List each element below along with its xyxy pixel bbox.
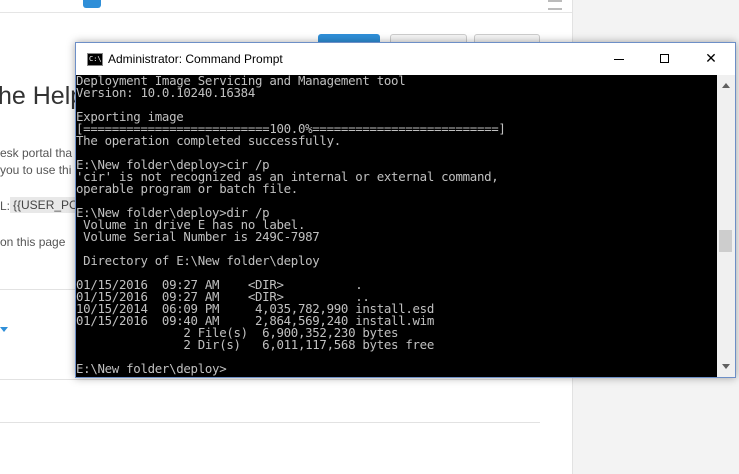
add-icon[interactable] xyxy=(83,0,101,8)
window-title-bar[interactable]: C:\ Administrator: Command Prompt ✕ xyxy=(76,43,735,75)
background-divider xyxy=(0,422,540,423)
maximize-button[interactable] xyxy=(642,43,688,75)
console-line: Directory of E:\New folder\deploy xyxy=(76,253,320,268)
scroll-down-arrow-icon[interactable] xyxy=(722,364,730,369)
console-output[interactable]: Deployment Image Servicing and Managemen… xyxy=(76,75,716,377)
background-url-label: L: xyxy=(0,199,11,213)
console-line: The operation completed successfully. xyxy=(76,133,341,148)
console-line: 2 Dir(s) 6,011,117,568 bytes free xyxy=(76,337,434,352)
console-line: Volume Serial Number is 249C-7987 xyxy=(76,229,320,244)
background-text-line: on this page xyxy=(0,235,66,249)
background-text-line: esk portal tha xyxy=(0,146,73,160)
background-url-code: {{USER_PC xyxy=(10,197,81,213)
close-button[interactable]: ✕ xyxy=(688,43,734,75)
background-divider xyxy=(0,379,540,380)
background-page-title: he Help xyxy=(0,82,85,110)
window-title: Administrator: Command Prompt xyxy=(108,52,283,66)
command-prompt-window[interactable]: C:\ Administrator: Command Prompt ✕ Depl… xyxy=(75,42,736,378)
background-text-line: you to use thi xyxy=(0,163,72,177)
console-line: operable program or batch file. xyxy=(76,181,298,196)
hamburger-menu-icon[interactable] xyxy=(548,0,562,10)
vertical-scrollbar[interactable] xyxy=(717,75,735,377)
minimize-button[interactable] xyxy=(596,43,642,75)
scrollbar-thumb[interactable] xyxy=(719,230,732,252)
command-prompt-icon[interactable]: C:\ xyxy=(87,53,103,66)
icon-text: C:\ xyxy=(89,55,102,63)
chevron-down-icon[interactable] xyxy=(0,327,8,332)
console-line: Version: 10.0.10240.16384 xyxy=(76,85,255,100)
console-line: E:\New folder\deploy> xyxy=(76,361,227,376)
scroll-up-arrow-icon[interactable] xyxy=(722,83,730,88)
